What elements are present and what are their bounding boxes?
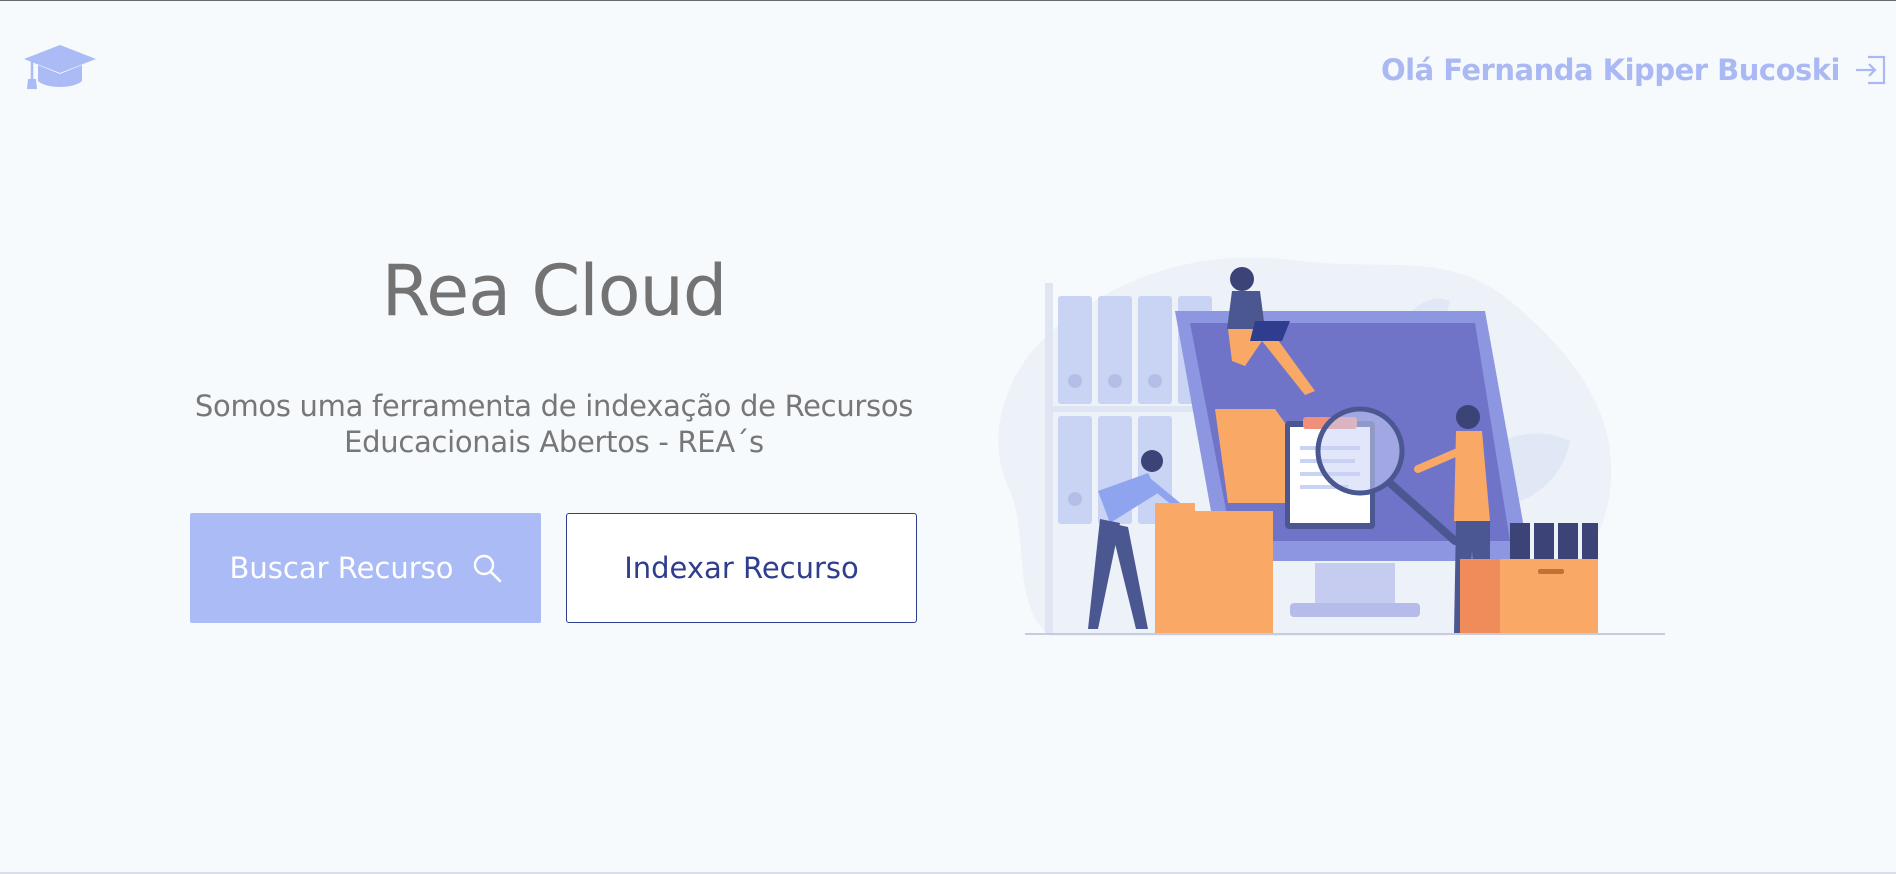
dark-binders	[1510, 523, 1598, 559]
user-greeting: Olá Fernanda Kipper Bucoski	[1381, 53, 1841, 87]
page-title: Rea Cloud	[381, 250, 728, 332]
storage-box	[1155, 511, 1273, 633]
hero-actions: Buscar Recurso Indexar Recurso	[190, 513, 917, 623]
index-resource-button[interactable]: Indexar Recurso	[566, 513, 917, 623]
storage-box	[1155, 503, 1195, 517]
search-resource-button[interactable]: Buscar Recurso	[190, 513, 541, 623]
storage-box	[1460, 559, 1500, 633]
sign-out-icon[interactable]	[1854, 53, 1888, 87]
user-menu: Olá Fernanda Kipper Bucoski	[1381, 53, 1888, 87]
graduation-cap-icon[interactable]	[22, 43, 98, 93]
search-resource-label: Buscar Recurso	[229, 551, 454, 585]
subtitle-line-1: Somos uma ferramenta de indexação de Rec…	[194, 389, 914, 423]
hero-section: Rea Cloud Somos uma ferramenta de indexa…	[190, 246, 918, 460]
index-resource-label: Indexar Recurso	[624, 551, 859, 585]
page-subtitle: Somos uma ferramenta de indexação de Rec…	[190, 388, 918, 460]
hero-illustration	[998, 257, 1665, 636]
search-icon	[473, 554, 501, 583]
landing-page: Olá Fernanda Kipper Bucoski Rea Cloud So…	[0, 0, 1896, 874]
subtitle-line-2: Educacionais Abertos - REA´s	[344, 425, 764, 459]
